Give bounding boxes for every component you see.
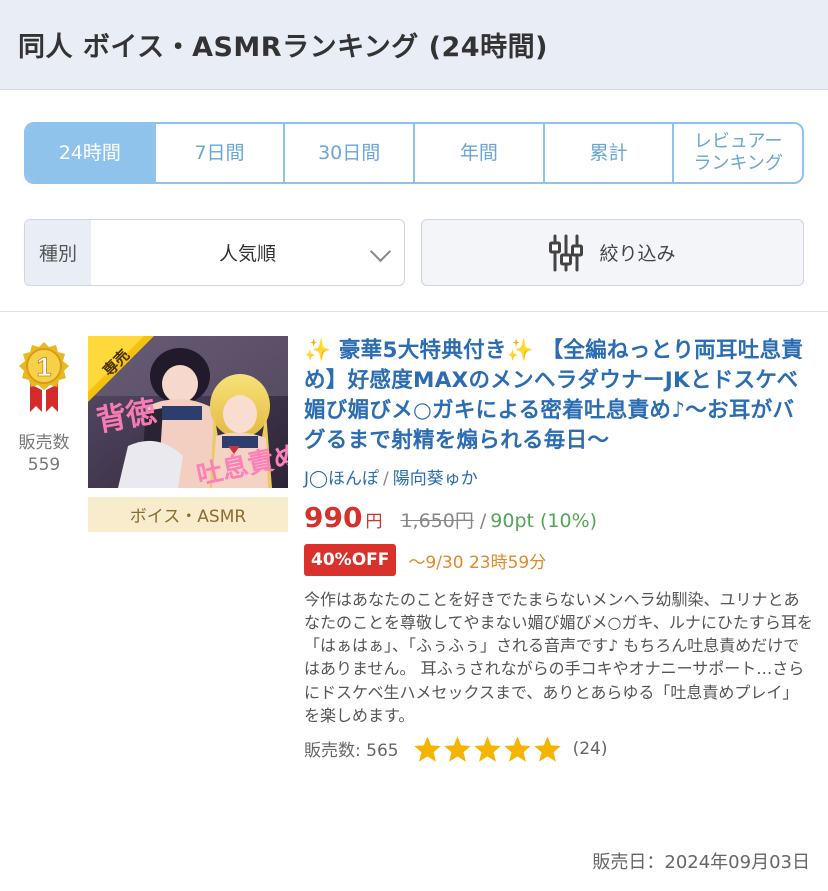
- sales-meta: 販売数: 565: [304, 741, 399, 762]
- rating-stars: [413, 735, 563, 763]
- creator-separator: /: [383, 469, 389, 490]
- page-title: 同人 ボイス・ASMRランキング (24時間): [18, 32, 548, 63]
- category-badge[interactable]: ボイス・ASMR: [88, 497, 288, 532]
- period-tabs: 24時間 7日間 30日間 年間 累計 レビュアー ランキング: [24, 122, 804, 184]
- discount-badge: 40%OFF: [304, 544, 397, 577]
- sales-rating-row: 販売数: 565 (24): [304, 735, 814, 763]
- filter-button[interactable]: 絞り込み: [421, 219, 804, 286]
- tab-yearly[interactable]: 年間: [415, 124, 545, 182]
- price-row: 990 円 1,650円 /90pt (10%): [304, 501, 814, 534]
- divider: [0, 311, 828, 312]
- tab-7days[interactable]: 7日間: [156, 124, 286, 182]
- points-separator: /: [479, 510, 487, 533]
- points-info: /90pt (10%): [480, 510, 597, 532]
- star-icon: [533, 735, 561, 762]
- sort-select-value-text: 人気順: [218, 243, 276, 265]
- tab-30days[interactable]: 30日間: [285, 124, 416, 182]
- star-icon: [443, 735, 471, 762]
- sort-select-label: 種別: [25, 220, 91, 285]
- rank-medal-icon: 1: [19, 342, 69, 412]
- original-price: 1,650円: [400, 510, 474, 533]
- tab-reviewer-ranking[interactable]: レビュアー ランキング: [674, 124, 802, 182]
- product-details: ✨ 豪華5大特典付き✨ 【全編ねっとり両耳吐息責め】好感度MAXのメンヘラダウナ…: [304, 336, 814, 763]
- chevron-down-icon: [369, 240, 392, 263]
- page-header: 同人 ボイス・ASMRランキング (24時間): [0, 0, 828, 90]
- sort-select-value[interactable]: 人気順: [91, 220, 404, 285]
- rank-column: 1 販売数 559: [14, 340, 74, 475]
- tab-total[interactable]: 累計: [545, 124, 675, 182]
- release-date: 販売日：2024年09月03日: [592, 852, 810, 873]
- discount-row: 40%OFF 〜9/30 23時59分: [304, 544, 814, 577]
- sale-price: 990: [304, 501, 363, 535]
- review-count-link[interactable]: (24): [573, 739, 608, 759]
- price-currency: 円: [365, 512, 383, 533]
- filter-button-label: 絞り込み: [599, 243, 676, 265]
- voice-actor-link[interactable]: 陽向葵ゅか: [393, 469, 478, 489]
- circle-link[interactable]: J◯ほんぽ: [304, 469, 379, 489]
- product-description: 今作はあなたのことを好きでたまらないメンヘラ幼馴染、ユリナとあなたのことを尊敬し…: [304, 590, 813, 725]
- creators: J◯ほんぽ / 陽向葵ゅか: [304, 464, 814, 489]
- sales-count: 559: [27, 455, 61, 475]
- filter-row: 種別 人気順 絞り込み: [24, 219, 804, 286]
- star-icon: [503, 735, 531, 762]
- sales-label: 販売数: [18, 433, 70, 453]
- star-icon: [473, 735, 501, 762]
- discount-deadline: 〜9/30 23時59分: [408, 552, 547, 573]
- product-thumbnail[interactable]: 背徳 吐息責め 専売: [88, 336, 288, 488]
- rank-number: 1: [36, 352, 51, 382]
- tab-24h[interactable]: 24時間: [26, 124, 156, 182]
- sort-select[interactable]: 種別 人気順: [24, 219, 405, 286]
- star-icon: [413, 735, 441, 762]
- points-value: 90pt (10%): [490, 510, 598, 533]
- sliders-icon: [549, 234, 584, 271]
- product-title-link[interactable]: ✨ 豪華5大特典付き✨ 【全編ねっとり両耳吐息責め】好感度MAXのメンヘラダウナ…: [304, 336, 814, 456]
